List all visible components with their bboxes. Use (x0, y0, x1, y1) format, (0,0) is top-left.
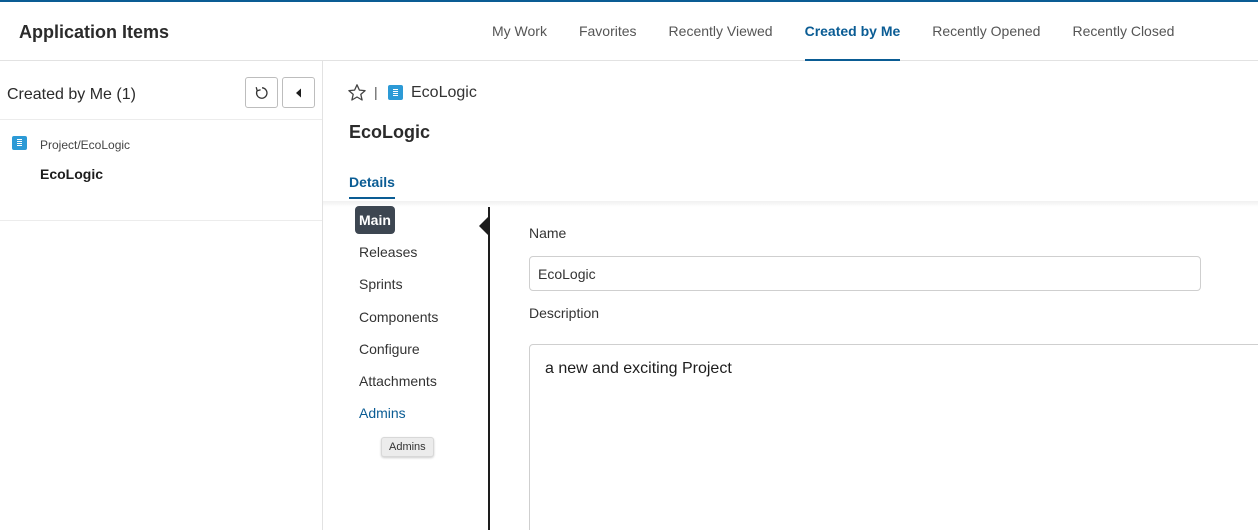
name-field[interactable] (529, 256, 1201, 291)
subnav-item-configure[interactable]: Configure (359, 341, 420, 357)
app-title: Application Items (19, 22, 170, 42)
description-label: Description (529, 305, 600, 321)
left-panel-title: Created by Me (1) (7, 86, 136, 103)
subnav-item-admins[interactable]: Admins (359, 405, 406, 421)
refresh-icon (255, 86, 268, 99)
tooltip: Admins (381, 437, 434, 457)
panel-divider[interactable] (488, 207, 490, 530)
name-label: Name (529, 225, 567, 241)
list-item[interactable]: Project/EcoLogic EcoLogic (0, 120, 322, 221)
tab-bar-shadow (323, 201, 1258, 207)
tab-recently-viewed[interactable]: Recently Viewed (653, 2, 789, 60)
description-field[interactable]: a new and exciting Project (529, 344, 1258, 530)
breadcrumb-separator: | (374, 84, 378, 100)
left-panel: Created by Me (1) Project/EcoLogic EcoLo… (0, 61, 323, 530)
page-title: EcoLogic (349, 122, 431, 142)
tab-details[interactable]: Details (349, 174, 395, 199)
project-icon (12, 136, 27, 150)
subnav-item-main[interactable]: Main (355, 206, 395, 234)
star-icon[interactable] (347, 83, 367, 103)
tab-recently-opened[interactable]: Recently Opened (916, 2, 1056, 60)
tab-created-by-me[interactable]: Created by Me (789, 2, 917, 61)
project-icon (388, 85, 403, 100)
subnav-item-components[interactable]: Components (359, 309, 438, 325)
tab-my-work[interactable]: My Work (476, 2, 563, 60)
subnav-item-sprints[interactable]: Sprints (359, 276, 403, 292)
app-header: Application Items My Work Favorites Rece… (0, 2, 1258, 61)
breadcrumb-item-name[interactable]: EcoLogic (411, 84, 477, 102)
left-panel-header: Created by Me (1) (0, 61, 322, 120)
subnav-item-releases[interactable]: Releases (359, 244, 417, 260)
refresh-button[interactable] (245, 77, 278, 108)
caret-left-icon (295, 88, 301, 97)
subnav-item-attachments[interactable]: Attachments (359, 373, 437, 389)
header-tabs: My Work Favorites Recently Viewed Create… (476, 2, 1190, 61)
list-item-name: EcoLogic (40, 166, 104, 182)
collapse-panel-button[interactable] (282, 77, 315, 108)
tab-recently-closed[interactable]: Recently Closed (1056, 2, 1190, 60)
list-item-path: Project/EcoLogic (40, 138, 131, 152)
tab-favorites[interactable]: Favorites (563, 2, 653, 60)
active-section-indicator (479, 216, 489, 236)
